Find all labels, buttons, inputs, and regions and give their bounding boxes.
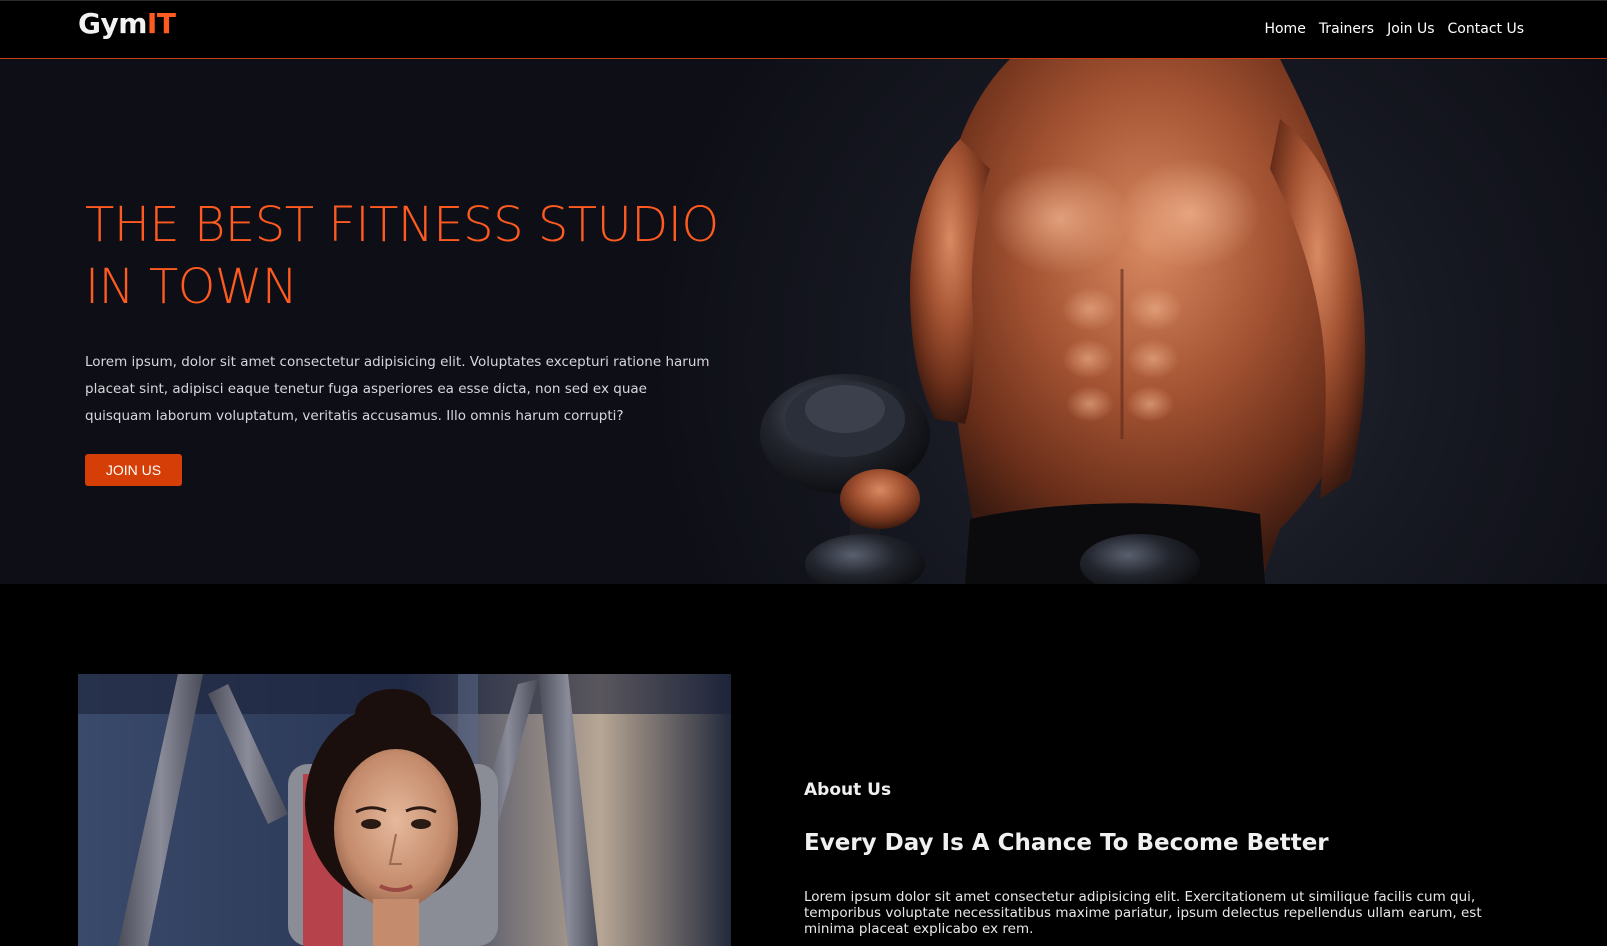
nav-link-contact-us[interactable]: Contact Us	[1448, 21, 1524, 37]
hero-title: THE BEST FITNESS STUDIO IN TOWN	[85, 197, 719, 315]
nav-menu: Home Trainers Join Us Contact Us	[1264, 21, 1524, 37]
hero-section: THE BEST FITNESS STUDIO IN TOWN Lorem ip…	[0, 59, 1607, 584]
hero-description: Lorem ipsum, dolor sit amet consectetur …	[85, 354, 710, 424]
nav-link-trainers[interactable]: Trainers	[1319, 21, 1374, 37]
brand-logo[interactable]: GymIT	[78, 7, 176, 40]
join-us-button[interactable]: JOIN US	[85, 454, 182, 486]
about-heading: Every Day Is A Chance To Become Better	[804, 830, 1329, 856]
about-description: Lorem ipsum dolor sit amet consectetur a…	[804, 889, 1482, 937]
hero-bodybuilder-image	[760, 59, 1366, 584]
navbar: GymIT Home Trainers Join Us Contact Us	[0, 0, 1607, 59]
about-gym-woman-image	[78, 674, 731, 946]
nav-link-join-us[interactable]: Join Us	[1387, 21, 1434, 37]
brand-name-main: Gym	[78, 7, 147, 40]
brand-name-accent: IT	[146, 7, 176, 40]
about-label: About Us	[804, 780, 892, 800]
nav-link-home[interactable]: Home	[1264, 21, 1305, 37]
